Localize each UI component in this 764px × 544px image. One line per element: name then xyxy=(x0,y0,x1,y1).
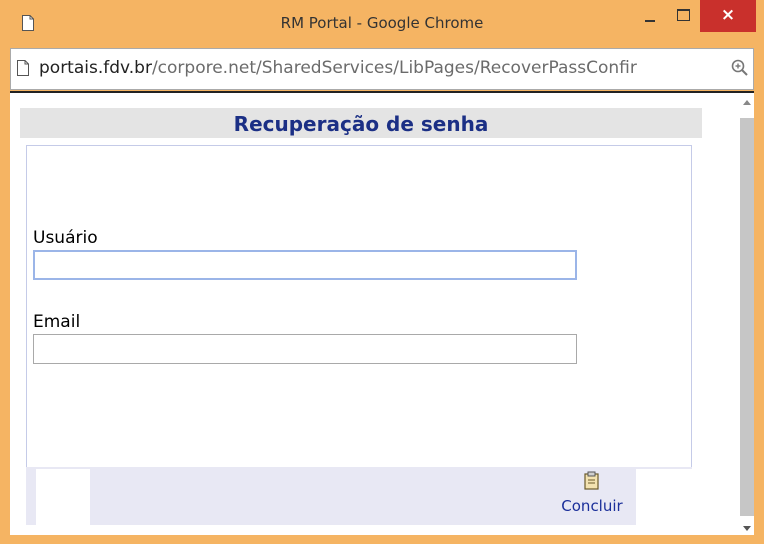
title-bar: RM Portal - Google Chrome × xyxy=(0,0,764,48)
usuario-input[interactable] xyxy=(33,250,577,280)
minimize-button[interactable] xyxy=(640,8,660,28)
address-bar[interactable]: portais.fdv.br/corpore.net/SharedService… xyxy=(10,48,754,90)
concluir-button[interactable]: Concluir xyxy=(555,471,629,515)
vertical-scrollbar[interactable] xyxy=(740,96,754,535)
page-header: Recuperação de senha xyxy=(20,108,702,138)
clipboard-icon xyxy=(584,471,599,490)
page-content: Recuperação de senha Usuário Email Concl… xyxy=(10,91,754,535)
zoom-icon[interactable] xyxy=(731,59,749,77)
close-icon: × xyxy=(720,5,736,25)
url-domain: portais.fdv.br xyxy=(39,58,152,78)
email-label: Email xyxy=(33,312,81,332)
maximize-button[interactable] xyxy=(673,6,693,26)
usuario-label: Usuário xyxy=(33,228,98,248)
page-title: Recuperação de senha xyxy=(233,112,489,136)
concluir-label: Concluir xyxy=(561,497,623,515)
close-button[interactable]: × xyxy=(700,0,756,32)
footer-spacer-right xyxy=(636,469,696,535)
scroll-up-arrow-icon[interactable] xyxy=(743,100,751,105)
scrollbar-thumb[interactable] xyxy=(740,118,754,516)
browser-window: RM Portal - Google Chrome × portais.fdv.… xyxy=(0,0,764,544)
url-text[interactable]: portais.fdv.br/corpore.net/SharedService… xyxy=(39,58,637,78)
url-path: /corpore.net/SharedServices/LibPages/Rec… xyxy=(151,58,637,78)
footer-spacer-left xyxy=(36,469,90,535)
page-icon xyxy=(17,60,29,76)
recovery-form: Usuário Email xyxy=(26,145,692,471)
email-input[interactable] xyxy=(33,334,577,364)
scroll-down-arrow-icon[interactable] xyxy=(743,526,751,531)
